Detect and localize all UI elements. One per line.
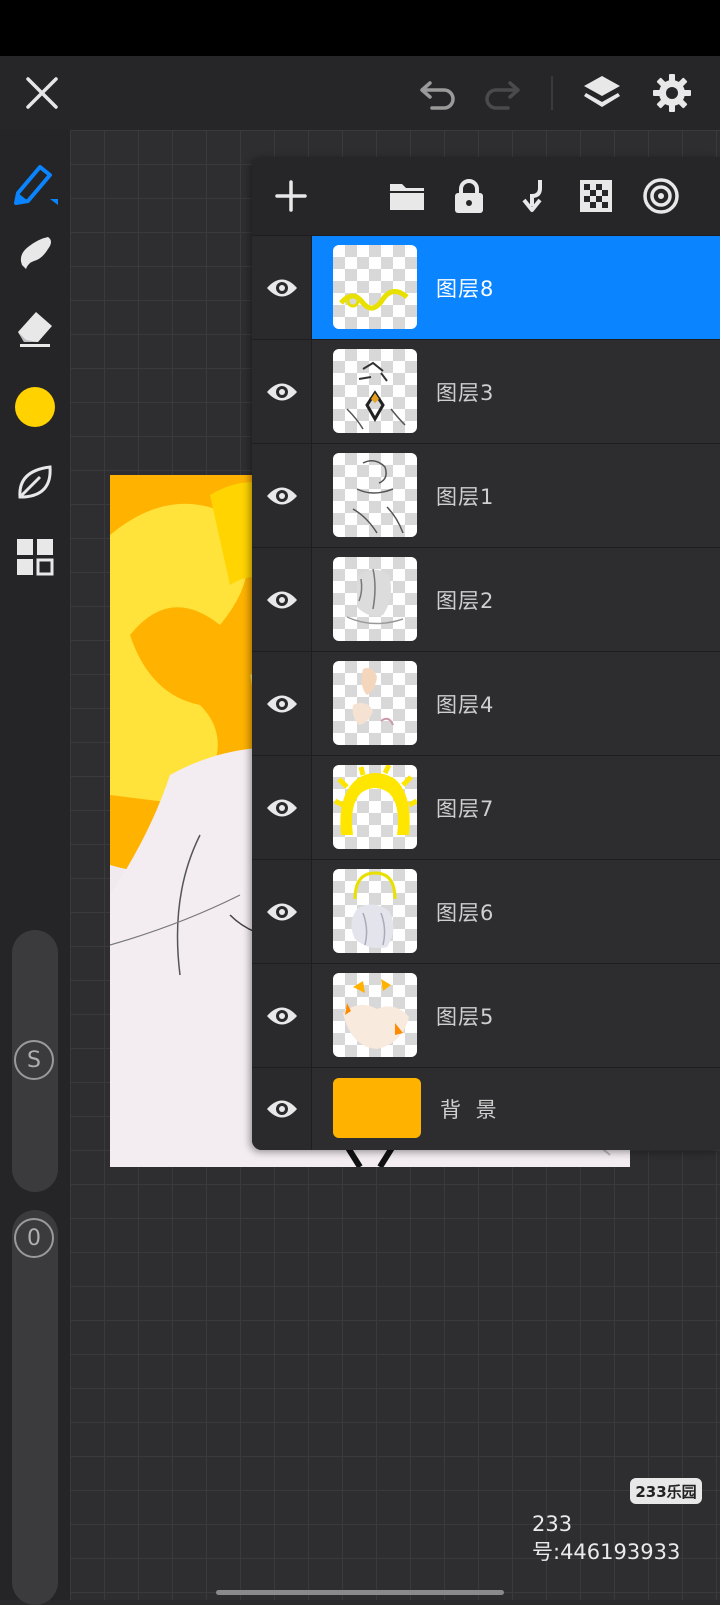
background-color-thumbnail [333, 1078, 421, 1138]
brush-opacity-knob[interactable]: 0 [14, 1218, 54, 1258]
eye-icon [266, 279, 297, 296]
eye-icon [266, 799, 297, 816]
eye-icon [266, 1007, 297, 1024]
transparency-button[interactable] [569, 169, 623, 223]
layers-icon [584, 76, 620, 107]
gallery-tool[interactable] [10, 532, 60, 582]
visibility-toggle[interactable] [252, 860, 312, 963]
layer-thumbnail [333, 245, 417, 329]
layer-name: 图层5 [436, 1004, 495, 1029]
layer-row-3[interactable]: 图层3 [252, 339, 720, 443]
layer-name: 图层3 [436, 380, 495, 405]
layer-name: 图层7 [436, 796, 495, 821]
brush-opacity-slider[interactable]: 0 [12, 1210, 58, 1605]
blend-icon [643, 178, 679, 214]
layer-name: 图层2 [436, 588, 495, 613]
merge-down-icon [522, 180, 542, 212]
visibility-toggle[interactable] [252, 236, 312, 339]
current-color-icon [15, 387, 55, 427]
layer-row-8[interactable]: 图层8 [252, 235, 720, 339]
eye-icon [266, 903, 297, 920]
transparency-icon [580, 180, 612, 212]
redo-icon [485, 81, 520, 110]
home-indicator[interactable] [216, 1590, 504, 1595]
settings-button[interactable] [642, 56, 702, 130]
eye-icon [266, 695, 297, 712]
layer-thumbnail [333, 973, 417, 1057]
layer-row-background[interactable]: 背 景 [252, 1067, 720, 1150]
lock-button[interactable] [442, 169, 496, 223]
watermark-logo: 233乐园 [630, 1478, 702, 1504]
merge-down-button[interactable] [506, 169, 560, 223]
brush-tool[interactable] [10, 157, 60, 207]
eraser-tool[interactable] [10, 302, 60, 352]
eye-icon [266, 487, 297, 504]
leaf-icon [18, 465, 52, 499]
visibility-toggle[interactable] [252, 1068, 312, 1150]
layer-thumbnail [333, 765, 417, 849]
folder-icon [390, 184, 424, 210]
brush-size-knob[interactable]: S [14, 1040, 54, 1080]
layer-row-4[interactable]: 图层4 [252, 651, 720, 755]
layer-thumbnail [333, 557, 417, 641]
close-button[interactable] [12, 56, 72, 130]
redo-button[interactable] [472, 56, 532, 130]
add-layer-button[interactable] [264, 169, 318, 223]
layer-thumbnail [333, 661, 417, 745]
visibility-toggle[interactable] [252, 444, 312, 547]
color-swatch[interactable] [10, 382, 60, 432]
visibility-toggle[interactable] [252, 548, 312, 651]
smudge-icon [20, 237, 51, 269]
layer-name: 图层1 [436, 484, 495, 509]
brush-size-slider[interactable]: S [12, 930, 58, 1192]
undo-icon [420, 81, 455, 110]
layer-row-5[interactable]: 图层5 [252, 963, 720, 1067]
eraser-icon [18, 312, 52, 347]
blend-button[interactable] [634, 169, 688, 223]
eye-icon [266, 1100, 297, 1118]
layer-name: 图层8 [436, 276, 495, 301]
layer-thumbnail [333, 453, 417, 537]
status-bar [0, 0, 720, 56]
eye-icon [266, 591, 297, 608]
lock-icon [455, 179, 483, 213]
layers-panel: 图层8 图层3 图层1 图层2 图层4 图层7 图层6 图层5 背 景 [252, 157, 720, 1150]
layer-row-7[interactable]: 图层7 [252, 755, 720, 859]
visibility-toggle[interactable] [252, 756, 312, 859]
layer-name: 背 景 [440, 1098, 501, 1122]
leaf-tool[interactable] [10, 457, 60, 507]
folder-button[interactable] [380, 169, 434, 223]
layer-thumbnail [333, 869, 417, 953]
watermark-text: 233号:446193933 [532, 1512, 681, 1564]
top-toolbar [0, 56, 720, 130]
smudge-tool[interactable] [10, 227, 60, 277]
layer-name: 图层4 [436, 692, 495, 717]
close-icon [26, 77, 58, 109]
layer-thumbnail [333, 349, 417, 433]
gallery-icon [17, 539, 54, 576]
eye-icon [266, 383, 297, 400]
visibility-toggle[interactable] [252, 652, 312, 755]
add-icon [275, 180, 307, 212]
layers-toolbar [252, 157, 720, 235]
layer-name: 图层6 [436, 900, 495, 925]
settings-icon [653, 74, 691, 112]
visibility-toggle[interactable] [252, 340, 312, 443]
left-toolbar: S 0 [0, 130, 70, 1605]
layer-row-2[interactable]: 图层2 [252, 547, 720, 651]
undo-button[interactable] [408, 56, 468, 130]
visibility-toggle[interactable] [252, 964, 312, 1067]
layers-button[interactable] [572, 56, 632, 130]
brush-icon [14, 165, 58, 205]
layer-row-1[interactable]: 图层1 [252, 443, 720, 547]
toolbar-separator [551, 76, 553, 110]
layer-row-6[interactable]: 图层6 [252, 859, 720, 963]
